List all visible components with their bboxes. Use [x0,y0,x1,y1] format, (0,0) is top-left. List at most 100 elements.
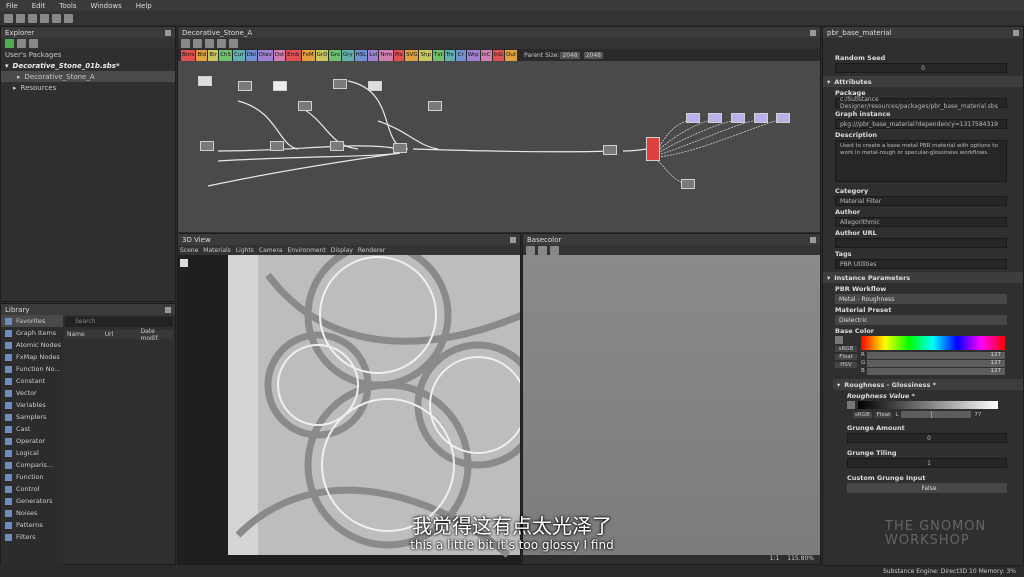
tags-field[interactable]: PBR Utilities [835,259,1007,269]
redo-icon[interactable] [64,13,73,23]
graph-node[interactable] [603,145,617,155]
library-category[interactable]: Cast [1,423,63,435]
float-button[interactable]: Float [835,354,857,360]
library-category[interactable]: Comparis... [1,459,63,471]
node-button[interactable]: InC [480,49,492,61]
node-button[interactable]: Out [505,49,517,61]
eyedropper-icon[interactable] [835,336,843,344]
close-icon[interactable] [165,29,171,36]
gizmo-icon[interactable] [180,259,188,267]
open-icon[interactable] [16,13,25,23]
graph-node[interactable] [270,141,284,151]
link-icon[interactable] [217,39,226,48]
output-node[interactable] [681,179,695,189]
grunge-amount-field[interactable]: 0 [847,433,1007,443]
expand-icon[interactable]: ▾ [5,62,9,70]
undo-icon[interactable] [52,13,61,23]
3d-menu-item[interactable]: Environment [287,247,325,254]
instance-params-header[interactable]: ▾ Instance Parameters [823,272,1023,283]
eyedropper-icon[interactable] [847,401,855,409]
menu-file[interactable]: File [6,2,18,10]
package-field[interactable]: c:/Substance Designer/resources/packages… [835,96,1007,110]
attributes-header[interactable]: ▾ Attributes [823,76,1023,87]
description-field[interactable]: Used to create a base metal PBR material… [835,140,1007,182]
node-button[interactable]: Lvl [368,49,379,61]
node-button[interactable]: Blr [208,49,219,61]
g-value[interactable]: 127 [867,360,1005,367]
node-button[interactable]: Bnrs [181,49,196,61]
menu-tools[interactable]: Tools [59,2,76,10]
node-button[interactable]: SVG [404,49,419,61]
new-icon[interactable] [4,13,13,23]
fit-icon[interactable] [181,39,190,48]
author-field[interactable]: Allegorithmic [835,217,1007,227]
size-select[interactable]: 2048 [583,51,603,59]
grunge-tiling-field[interactable]: 1 [847,458,1007,468]
library-category[interactable]: Function No... [1,363,63,375]
graph-node[interactable] [393,143,407,153]
ratio-label[interactable]: 1:1 [770,555,780,562]
library-category[interactable]: Atomic Nodes [1,339,63,351]
graph-node[interactable] [330,141,344,151]
node-button[interactable]: Dbl [245,49,257,61]
close-icon[interactable] [1013,29,1019,36]
node-button[interactable]: GrD [315,49,329,61]
3d-menu-item[interactable]: Scene [180,247,198,254]
category-field[interactable]: Material Filter [835,196,1007,206]
copy-icon[interactable] [538,245,547,255]
node-button[interactable]: Pix [393,49,404,61]
node-button[interactable]: InG [492,49,504,61]
info-icon[interactable] [205,39,214,48]
library-category[interactable]: Variables [1,399,63,411]
node-button[interactable]: Shp [419,49,432,61]
material-preset-select[interactable]: Dielectric [835,315,1007,325]
output-node[interactable] [708,113,722,123]
library-category[interactable]: Generators [1,495,63,507]
node-button[interactable]: ChS [219,49,233,61]
library-category[interactable]: Favorites [1,315,63,327]
roughness-gradient[interactable] [858,401,998,409]
3d-menu-item[interactable]: Lights [236,247,254,254]
library-category[interactable]: Logical [1,447,63,459]
b-value[interactable]: 127 [866,368,1005,375]
graph-node[interactable] [273,81,287,91]
color-spectrum[interactable] [861,336,1005,350]
play-icon[interactable] [5,39,14,48]
node-button[interactable]: Cur [233,49,245,61]
l-value[interactable]: 77 [974,412,981,418]
graph-node[interactable] [238,81,252,91]
library-category[interactable]: Samplers [1,411,63,423]
folder-icon[interactable] [29,39,38,48]
menu-windows[interactable]: Windows [91,2,122,10]
custom-grunge-select[interactable]: False [847,483,1007,493]
library-search-input[interactable]: Search [65,317,173,327]
author-url-field[interactable] [835,238,1007,248]
r-value[interactable]: 127 [866,352,1005,359]
3d-menu-item[interactable]: Materials [203,247,231,254]
new-graph-icon[interactable] [17,39,26,48]
slider-handle[interactable] [931,411,933,418]
output-node[interactable] [731,113,745,123]
node-button[interactable]: HSL [354,49,368,61]
node-button[interactable]: Gry [341,49,354,61]
node-button[interactable]: Txt [432,49,444,61]
node-button[interactable]: Cr [455,49,466,61]
output-node[interactable] [754,113,768,123]
library-category[interactable]: Operator [1,435,63,447]
library-category[interactable]: Control [1,483,63,495]
node-button[interactable]: Dtav [257,49,273,61]
menu-edit[interactable]: Edit [32,2,46,10]
save-image-icon[interactable] [526,245,535,255]
graph-node[interactable] [200,141,214,151]
save-all-icon[interactable] [40,13,49,23]
roughness-section-header[interactable]: ▾ Roughness - Glossiness * [833,379,1023,390]
graph-item[interactable]: ▸ Decorative_Stone_A [1,71,175,82]
graph-node[interactable] [298,101,312,111]
channel-icon[interactable] [550,245,559,255]
node-button[interactable]: Wrp [466,49,480,61]
package-item[interactable]: ▾ Decorative_Stone_01b.sbs* [1,60,175,71]
graph-node[interactable] [198,76,212,86]
graph-canvas[interactable] [178,61,820,232]
library-category[interactable]: FxMap Nodes [1,351,63,363]
l-slider[interactable] [901,411,972,418]
